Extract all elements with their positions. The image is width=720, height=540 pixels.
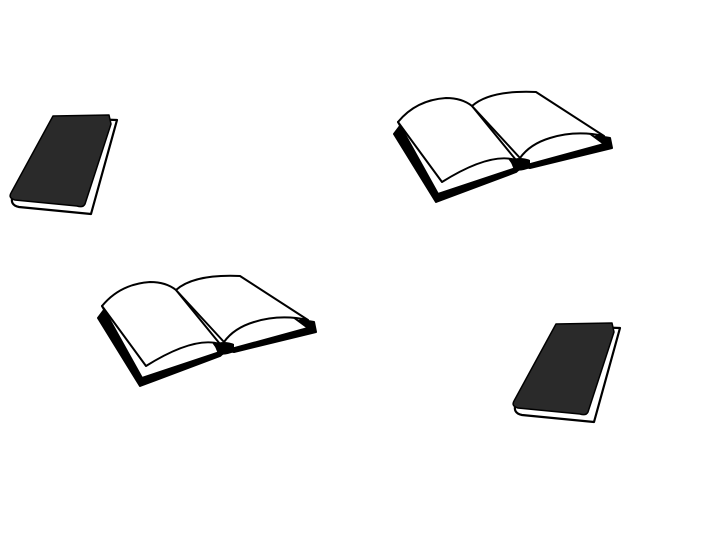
closed-book-icon bbox=[512, 322, 622, 424]
canvas bbox=[0, 0, 720, 540]
open-book-icon bbox=[97, 274, 317, 387]
closed-book-icon bbox=[9, 114, 119, 216]
open-book-icon bbox=[393, 90, 613, 203]
